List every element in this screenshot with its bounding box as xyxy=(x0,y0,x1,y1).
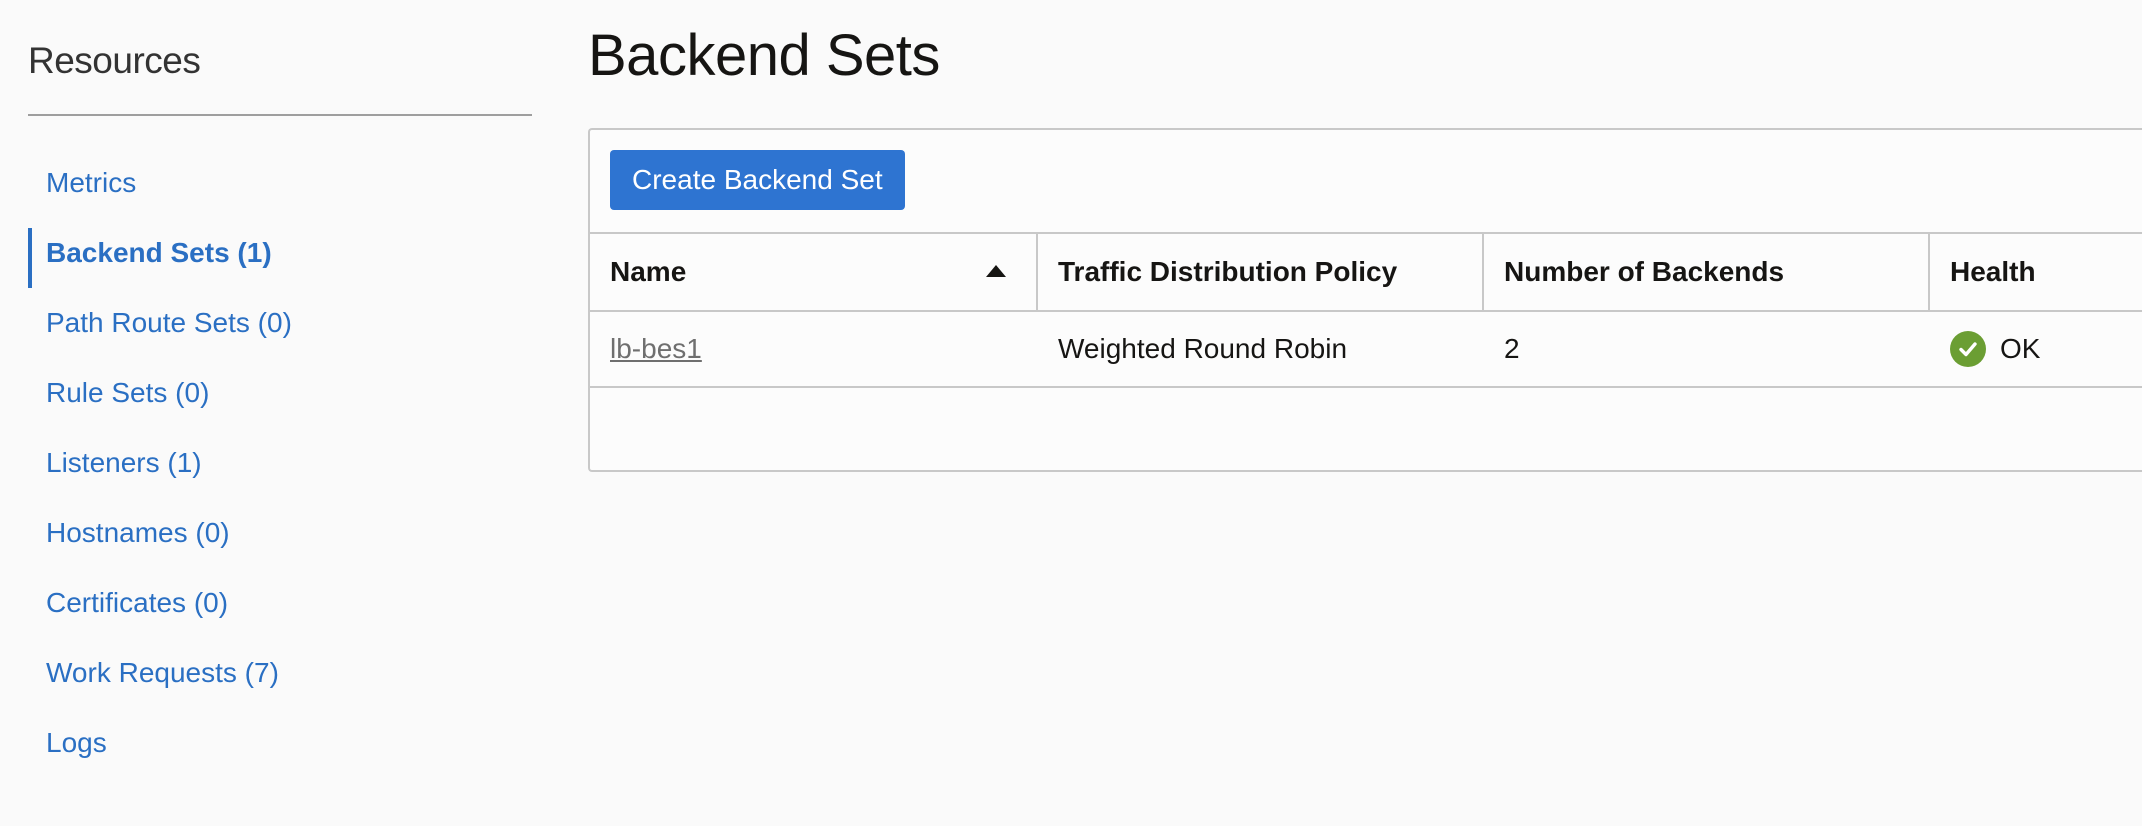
column-header-label: Number of Backends xyxy=(1504,256,1785,287)
sidebar-item-listeners[interactable]: Listeners (1) xyxy=(28,428,532,498)
cell-backends: 2 xyxy=(1504,333,1520,364)
sidebar-item-label: Backend Sets (1) xyxy=(46,237,272,268)
table-header-row: Name Traffic Distribution Policy Number … xyxy=(590,232,2142,310)
sidebar-item-label: Certificates (0) xyxy=(46,587,229,618)
sidebar-item-logs[interactable]: Logs xyxy=(28,708,532,778)
sidebar-item-label: Logs xyxy=(46,727,107,758)
sidebar-item-label: Metrics xyxy=(46,167,137,198)
sort-ascending-icon[interactable] xyxy=(986,265,1006,277)
sidebar-item-metrics[interactable]: Metrics xyxy=(28,148,532,218)
health-status-text: OK xyxy=(2000,333,2041,364)
page-title: Backend Sets xyxy=(588,23,940,88)
table-toolbar: Create Backend Set xyxy=(590,130,2142,232)
column-header-label: Name xyxy=(610,256,687,287)
sidebar-item-path-route-sets[interactable]: Path Route Sets (0) xyxy=(28,288,532,358)
sidebar-item-label: Work Requests (7) xyxy=(46,657,279,688)
column-header-name[interactable]: Name xyxy=(590,234,1036,310)
cell-policy: Weighted Round Robin xyxy=(1058,333,1348,364)
sidebar-item-backend-sets[interactable]: Backend Sets (1) xyxy=(28,218,532,288)
sidebar-item-certificates[interactable]: Certificates (0) xyxy=(28,568,532,638)
backend-sets-panel: Create Backend Set Name Traffic Distribu… xyxy=(588,128,2142,472)
column-header-backends: Number of Backends xyxy=(1482,234,1928,310)
column-header-policy: Traffic Distribution Policy xyxy=(1036,234,1482,310)
cell-health: OK xyxy=(1928,312,2142,386)
sidebar-item-label: Path Route Sets (0) xyxy=(46,307,292,338)
column-header-label: Health xyxy=(1950,256,2036,287)
backend-set-name-link[interactable]: lb-bes1 xyxy=(610,333,702,365)
sidebar-item-label: Listeners (1) xyxy=(46,447,202,478)
sidebar-item-work-requests[interactable]: Work Requests (7) xyxy=(28,638,532,708)
column-header-health: Health xyxy=(1928,234,2142,310)
sidebar-item-label: Hostnames (0) xyxy=(46,517,230,548)
table-row: lb-bes1 Weighted Round Robin 2 OK xyxy=(590,310,2142,388)
sidebar-item-label: Rule Sets (0) xyxy=(46,377,210,408)
cell-name: lb-bes1 xyxy=(590,312,1036,386)
sidebar-title: Resources xyxy=(28,40,201,81)
check-circle-icon xyxy=(1950,331,1986,367)
create-backend-set-button[interactable]: Create Backend Set xyxy=(610,150,905,210)
column-header-label: Traffic Distribution Policy xyxy=(1058,256,1398,287)
page: Resources Metrics Backend Sets (1) Path … xyxy=(0,0,2142,826)
sidebar-item-hostnames[interactable]: Hostnames (0) xyxy=(28,498,532,568)
sidebar-nav: Metrics Backend Sets (1) Path Route Sets… xyxy=(28,148,532,778)
backend-sets-table: Name Traffic Distribution Policy Number … xyxy=(590,232,2142,388)
sidebar-item-rule-sets[interactable]: Rule Sets (0) xyxy=(28,358,532,428)
sidebar-divider xyxy=(28,114,532,116)
